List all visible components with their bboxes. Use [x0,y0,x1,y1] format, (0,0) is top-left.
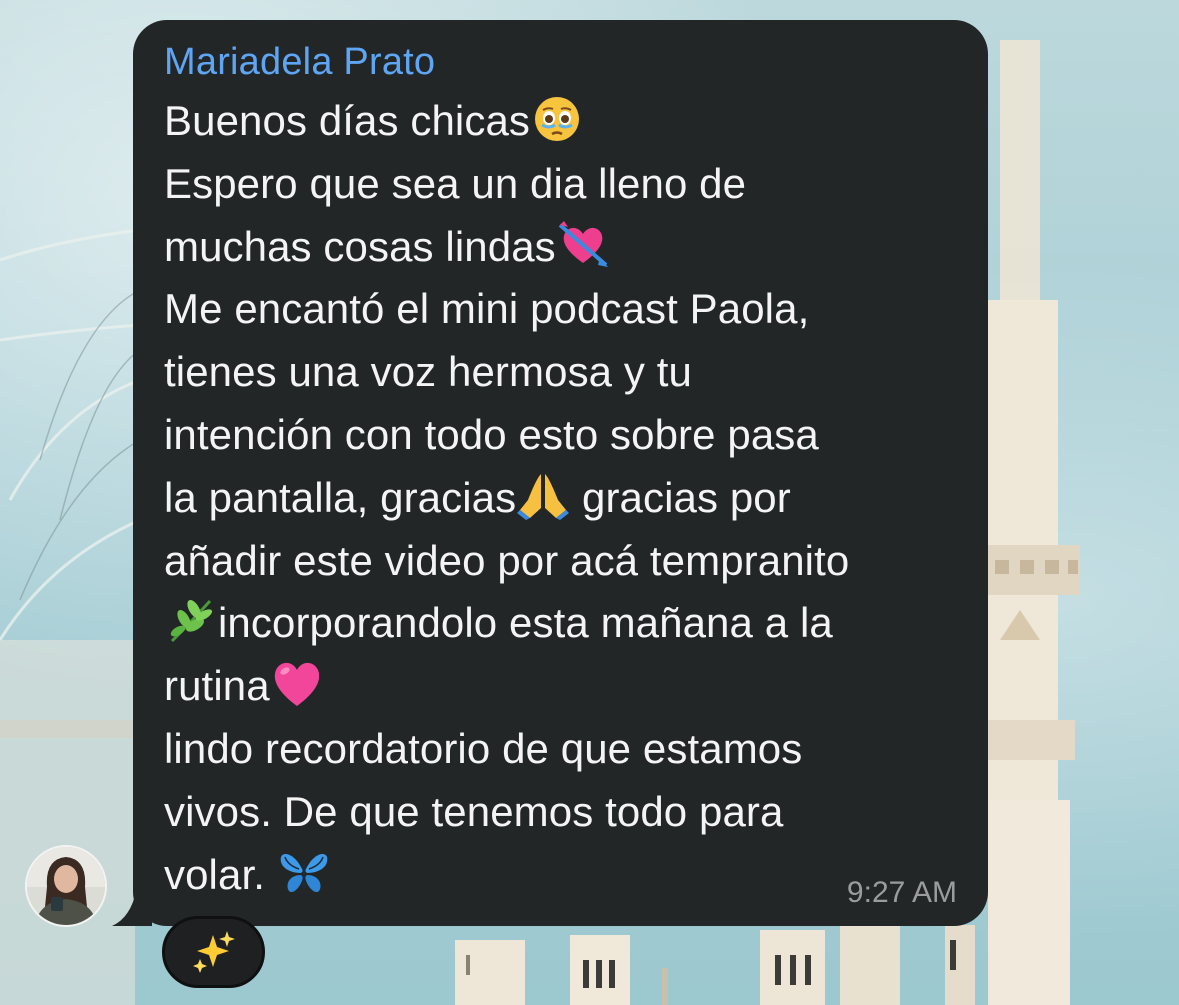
message-text: añadir este video por acá tempranito [164,536,850,584]
message-line: volar. [164,844,958,907]
message-line: Espero que sea un dia lleno de [164,153,958,216]
sparkles-emoji [192,931,235,973]
sender-name[interactable]: Mariadela Prato [164,40,958,84]
message-line: Buenos días chicas [164,90,958,153]
message-text: la pantalla, gracias [164,473,517,521]
message-line: incorporandolo esta mañana a la [164,592,958,655]
message-timestamp: 9:27 AM [846,876,957,909]
message-text: volar. [164,850,277,898]
message-text: incorporandolo esta mañana a la [218,599,833,647]
folded-hands-emoji [516,468,570,522]
message-line: la pantalla, gracias gracias por [164,467,958,530]
message-line: muchas cosas lindas [164,216,958,279]
message-line: rutina [164,655,958,718]
message-text: Me encantó el mini podcast Paola, [164,285,810,333]
message-text: tienes una voz hermosa y tu [164,348,692,396]
message-text: Buenos días chicas [164,97,531,144]
reaction-pill[interactable] [162,916,265,988]
message-text: intención con todo esto sobre pasa [164,410,819,458]
message-text: muchas cosas lindas [164,222,556,270]
message-line: Me encantó el mini podcast Paola, [164,278,958,341]
message-line: añadir este video por acá tempranito [164,530,958,593]
message-text: Espero que sea un dia lleno de [164,159,747,207]
pink-heart-emoji [270,656,324,710]
sender-avatar[interactable] [25,845,107,927]
message-text: vivos. De que tenemos todo para [164,787,784,835]
herb-emoji [164,593,218,647]
message-line: tienes una voz hermosa y tu [164,341,958,404]
face-holding-back-tears-emoji [530,91,584,145]
message-line: lindo recordatorio de que estamos [164,718,958,781]
message-bubble[interactable]: Mariadela Prato Buenos días chicas Esper… [133,20,988,926]
heart-with-arrow-emoji [556,217,610,271]
message-line: vivos. De que tenemos todo para [164,781,958,844]
butterfly-emoji [277,845,331,899]
message-text: lindo recordatorio de que estamos [164,724,803,772]
message-line: intención con todo esto sobre pasa [164,404,958,467]
message-text: gracias por [570,473,791,521]
message-text: rutina [164,662,270,710]
profile-photo-avatar [27,847,105,925]
